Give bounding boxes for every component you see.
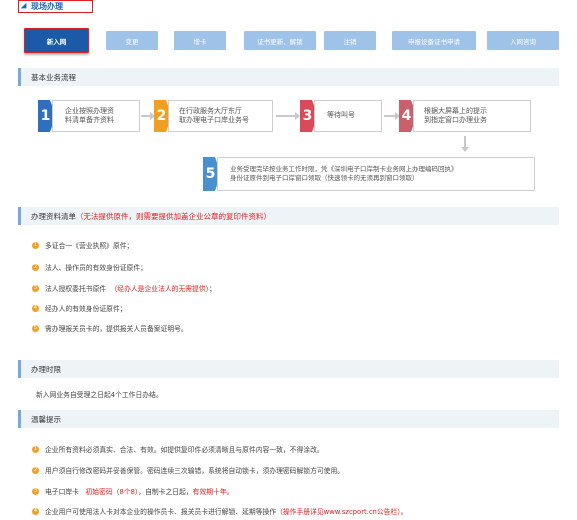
tip-4-text: 企业用户可使用法人卡对本企业的操作员卡、报关员卡进行解锁、延期等操作	[45, 508, 277, 516]
section-process-heading: 基本业务流程	[18, 68, 559, 86]
tip-2-text: 用户须自行修改密码并妥善保管。密码连续三次输错，系统将自动锁卡，须办理密码解锁方…	[45, 467, 345, 475]
tab-add-card[interactable]: 增卡	[174, 31, 226, 50]
list-item: 4 经办人的有效身份证原件；	[32, 303, 127, 313]
section-time-limit-heading: 办理时限	[18, 360, 559, 378]
step-3-box: 等待叫号	[314, 100, 382, 132]
step-1-box: 企业按照办理资 料清单备齐资料	[52, 100, 140, 132]
tab-device-cert[interactable]: 申报设备证书申请	[392, 31, 476, 50]
material-3-text: 法人授权委托书原件	[45, 285, 107, 293]
step-2-box: 在行政服务大厅东厅 取办理电子口岸业务号	[168, 100, 273, 132]
step-3-line1: 等待叫号	[327, 111, 355, 120]
list-item: 4 企业用户可使用法人卡对本企业的操作员卡、报关员卡进行解锁、延期等操作（操作手…	[32, 506, 407, 516]
section-materials-heading: 办理资料清单 （无法提供原件，则需要提供加盖企业公章的复印件资料）	[18, 207, 559, 225]
tab-bar: 新入网 变更 增卡 证书更新、解锁 注销 申报设备证书申请 入网咨询	[24, 28, 559, 53]
flow-arrow-down-head	[461, 147, 469, 152]
material-5-text: 需办理报关员卡的，提供报关人员备案证明号。	[45, 325, 188, 333]
tip-3-red1: 初始密码（8个8）	[85, 488, 139, 496]
flow-arrow-3	[384, 112, 400, 120]
list-item: 2 法人、操作员的有效身份证原件；	[32, 262, 147, 272]
list-item: 3 法人授权委托书原件 （经办人是企业法人的无需提供）；	[32, 283, 216, 293]
tip-3-red2: 有效期十年。	[192, 488, 234, 496]
step-1-line1: 企业按照办理资	[65, 106, 114, 115]
tip-bullet-1: 1	[32, 445, 39, 453]
tab-cancel[interactable]: 注销	[324, 31, 376, 50]
step-5-box: 业务受理完毕按业务工作时限，凭《深圳电子口岸制卡业务网上办理编码回执》 身份证原件…	[217, 157, 535, 191]
step-5-line2: 身份证原件到电子口岸窗口领取（快速领卡的无须再到窗口领取）	[230, 174, 419, 182]
tip-3-mid: ，自制卡之日起，	[138, 488, 193, 496]
material-3-note: （经办人是企业法人的无需提供）	[110, 285, 210, 293]
tab-new-network[interactable]: 新入网	[24, 28, 89, 53]
flow-arrow-1	[141, 112, 155, 120]
step-4-line2: 到指定窗口办理业务	[424, 116, 487, 124]
bullet-5: 5	[32, 324, 39, 332]
flow-arrow-2	[276, 112, 300, 120]
step-1-line2: 料清单备齐资料	[65, 116, 114, 124]
tab-cert-renew[interactable]: 证书更新、解锁	[244, 31, 316, 50]
materials-heading-note: （无法提供原件，则需要提供加盖企业公章的复印件资料）	[76, 211, 271, 221]
tab-consult[interactable]: 入网咨询	[487, 31, 559, 50]
material-2-text: 法人、操作员的有效身份证原件；	[45, 264, 147, 272]
list-item: 2 用户须自行修改密码并妥善保管。密码连续三次输错，系统将自动锁卡，须办理密码解…	[32, 465, 344, 475]
list-item: 3 电子口岸卡 初始密码（8个8），自制卡之日起，有效期十年。	[32, 486, 233, 496]
step-4-box: 根据大屏幕上的提示 到指定窗口办理业务	[413, 100, 531, 132]
material-3-tail: ；	[209, 285, 216, 293]
bullet-4: 4	[32, 304, 39, 312]
list-item: 5 需办理报关员卡的，提供报关人员备案证明号。	[32, 323, 188, 333]
step-5-line1: 业务受理完毕按业务工作时限，凭《深圳电子口岸制卡业务网上办理编码回执》	[230, 165, 458, 174]
step-2-line1: 在行政服务大厅东厅	[179, 106, 242, 115]
section-tips-heading: 温馨提示	[18, 410, 559, 428]
corner-arrow-icon	[20, 2, 30, 11]
list-item: 1 企业所有资料必须真实、合法、有效。如提供复印件必须清晰且与原件内容一致，不得…	[32, 444, 324, 454]
bullet-2: 2	[32, 263, 39, 271]
tip-1-text: 企业所有资料必须真实、合法、有效。如提供复印件必须清晰且与原件内容一致，不得涂改…	[45, 446, 324, 454]
bullet-1: 1	[32, 241, 39, 249]
time-limit-text: 新入网业务自受理之日起4个工作日办结。	[36, 391, 163, 399]
materials-heading-text: 办理资料清单	[31, 211, 76, 221]
page-title-box: 现场办理	[18, 0, 93, 13]
tip-bullet-2: 2	[32, 466, 39, 474]
tip-3-text: 电子口岸卡	[45, 488, 79, 496]
material-1-text: 多证合一《营业执照》原件；	[45, 242, 134, 250]
page-title: 现场办理	[31, 2, 63, 11]
bullet-3: 3	[32, 284, 39, 292]
material-4-text: 经办人的有效身份证原件；	[45, 305, 127, 313]
step-2-line2: 取办理电子口岸业务号	[179, 116, 249, 124]
tip-bullet-4: 4	[32, 507, 39, 515]
tip-bullet-3: 3	[32, 487, 39, 495]
tab-change[interactable]: 变更	[106, 31, 158, 50]
step-4-line1: 根据大屏幕上的提示	[424, 106, 487, 115]
tip-4-red[interactable]: （操作手册详见www.szcport.cn公告栏）。	[276, 508, 407, 516]
list-item: 1 多证合一《营业执照》原件；	[32, 240, 133, 250]
